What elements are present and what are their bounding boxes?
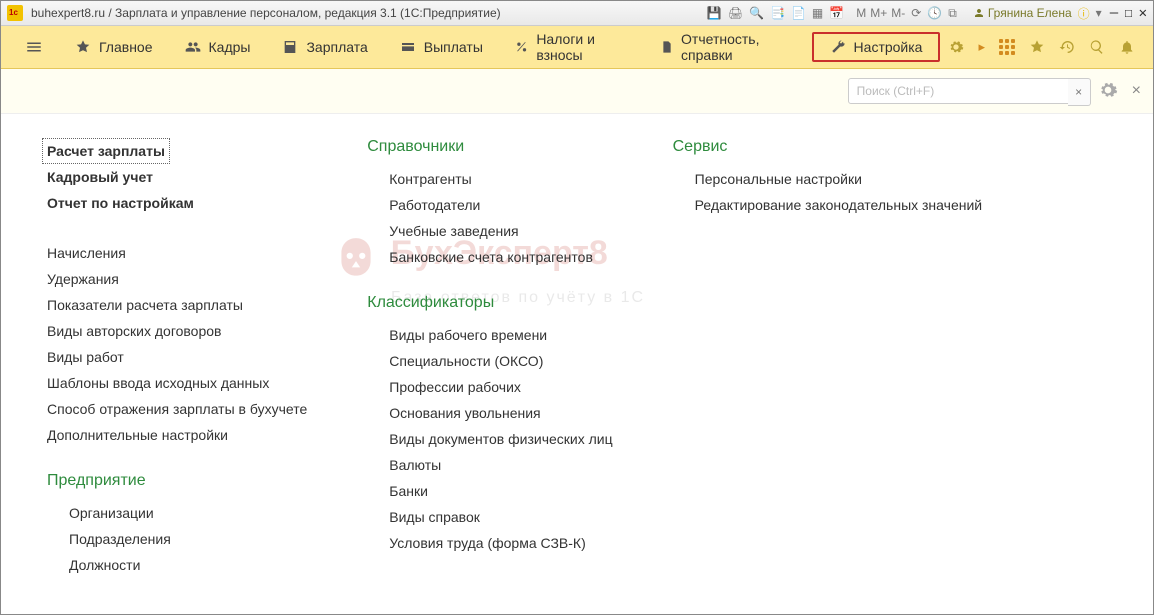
nav-main[interactable]: Главное bbox=[61, 33, 167, 61]
link-salary-reflection[interactable]: Способ отражения зарплаты в бухучете bbox=[47, 396, 307, 422]
link-contractors[interactable]: Контрагенты bbox=[389, 166, 612, 192]
help-icon[interactable]: ⓘ bbox=[1078, 5, 1090, 22]
link-departments[interactable]: Подразделения bbox=[69, 526, 307, 552]
search-icon[interactable] bbox=[1089, 39, 1105, 55]
print-icon[interactable]: 🖨 bbox=[728, 6, 743, 20]
link-currencies[interactable]: Валюты bbox=[389, 452, 612, 478]
title-bar: buhexpert8.ru / Зарплата и управление пе… bbox=[1, 1, 1153, 26]
content-area: БухЭксперт8 База ответов по учёту в 1С Р… bbox=[1, 114, 1153, 614]
section-enterprise[interactable]: Предприятие bbox=[47, 472, 307, 490]
history-icon[interactable] bbox=[1059, 39, 1075, 55]
link-positions[interactable]: Должности bbox=[69, 552, 307, 578]
link-worktime-types[interactable]: Виды рабочего времени bbox=[389, 322, 612, 348]
link-accruals[interactable]: Начисления bbox=[47, 240, 307, 266]
nav-settings[interactable]: Настройка bbox=[812, 32, 941, 62]
column-reference: Справочники Контрагенты Работодатели Уче… bbox=[367, 138, 612, 578]
link-deductions[interactable]: Удержания bbox=[47, 266, 307, 292]
star-icon bbox=[75, 39, 91, 55]
app-logo bbox=[7, 5, 23, 21]
column-settings: Расчет зарплаты Кадровый учет Отчет по н… bbox=[47, 138, 307, 578]
wrench-icon bbox=[830, 39, 846, 55]
section-reference[interactable]: Справочники bbox=[367, 138, 612, 156]
refresh-icon[interactable]: ⟳ bbox=[911, 6, 921, 20]
calc-mplus-icon[interactable]: M+ bbox=[870, 6, 887, 20]
link-cert-types[interactable]: Виды справок bbox=[389, 504, 612, 530]
calendar-icon[interactable]: 📅 bbox=[829, 6, 844, 20]
link-settings-report[interactable]: Отчет по настройкам bbox=[47, 190, 307, 216]
nav-personnel[interactable]: Кадры bbox=[171, 33, 265, 61]
arrow-right-icon[interactable]: ▸ bbox=[978, 39, 985, 55]
apps-grid-icon[interactable] bbox=[999, 39, 1015, 55]
grid-icon[interactable]: ▦ bbox=[812, 6, 823, 20]
link-input-templates[interactable]: Шаблоны ввода исходных данных bbox=[47, 370, 307, 396]
minimize-button[interactable]: — bbox=[1110, 5, 1118, 21]
search-clear-button[interactable]: × bbox=[1068, 78, 1091, 106]
percent-icon bbox=[515, 39, 528, 55]
calc-icon bbox=[282, 39, 298, 55]
maximize-button[interactable]: ☐ bbox=[1124, 5, 1132, 21]
link-additional-settings[interactable]: Дополнительные настройки bbox=[47, 422, 307, 448]
link-salary-indicators[interactable]: Показатели расчета зарплаты bbox=[47, 292, 307, 318]
link-worker-professions[interactable]: Профессии рабочих bbox=[389, 374, 612, 400]
link-edu-institutions[interactable]: Учебные заведения bbox=[389, 218, 612, 244]
search-input[interactable] bbox=[848, 78, 1090, 104]
user-label[interactable]: Грянина Елена bbox=[973, 6, 1072, 20]
doc-icon bbox=[660, 39, 673, 55]
close-window-button[interactable]: ✕ bbox=[1139, 5, 1147, 21]
link-edit-legal-values[interactable]: Редактирование законодательных значений bbox=[695, 192, 982, 218]
link-personal-settings[interactable]: Персональные настройки bbox=[695, 166, 982, 192]
gear-small-icon[interactable] bbox=[948, 39, 964, 55]
menu-button[interactable] bbox=[11, 32, 57, 62]
link-organizations[interactable]: Организации bbox=[69, 500, 307, 526]
preview-icon[interactable]: 🔍 bbox=[749, 6, 764, 20]
column-service: Сервис Персональные настройки Редактиров… bbox=[673, 138, 982, 578]
nav-salary[interactable]: Зарплата bbox=[268, 33, 381, 61]
link-specialties[interactable]: Специальности (ОКСО) bbox=[389, 348, 612, 374]
link-dismissal-grounds[interactable]: Основания увольнения bbox=[389, 400, 612, 426]
window-icon[interactable]: ⧉ bbox=[948, 6, 957, 21]
link-author-contracts[interactable]: Виды авторских договоров bbox=[47, 318, 307, 344]
section-classifiers[interactable]: Классификаторы bbox=[367, 294, 612, 312]
save-icon[interactable]: 💾 bbox=[707, 6, 722, 20]
compare-icon[interactable]: 📑 bbox=[770, 6, 785, 20]
nav-payments[interactable]: Выплаты bbox=[386, 33, 497, 61]
link-salary-calc[interactable]: Расчет зарплаты bbox=[42, 138, 170, 164]
nav-taxes[interactable]: Налоги и взносы bbox=[501, 25, 642, 69]
link-work-types[interactable]: Виды работ bbox=[47, 344, 307, 370]
section-service[interactable]: Сервис bbox=[673, 138, 982, 156]
nav-reports[interactable]: Отчетность, справки bbox=[646, 25, 808, 69]
link-banks[interactable]: Банки bbox=[389, 478, 612, 504]
main-nav: Главное Кадры Зарплата Выплаты Налоги и … bbox=[1, 26, 1153, 69]
link-bank-accounts[interactable]: Банковские счета контрагентов bbox=[389, 244, 612, 270]
dropdown-icon[interactable]: ▾ bbox=[1096, 6, 1102, 20]
settings-gear-button[interactable] bbox=[1098, 80, 1118, 103]
window-title: buhexpert8.ru / Зарплата и управление пе… bbox=[31, 6, 501, 20]
title-toolbar: 💾 🖨 🔍 📑 📄 ▦ 📅 M M+ M- ⟳ 🕓 ⧉ Грянина Елен… bbox=[707, 5, 1102, 22]
wallet-icon bbox=[400, 39, 416, 55]
copy-icon[interactable]: 📄 bbox=[791, 6, 806, 20]
bell-icon[interactable] bbox=[1119, 39, 1135, 55]
people-icon bbox=[185, 39, 201, 55]
calc-m-icon[interactable]: M bbox=[856, 6, 866, 20]
search-box: × bbox=[848, 78, 1090, 104]
link-employers[interactable]: Работодатели bbox=[389, 192, 612, 218]
link-labor-conditions[interactable]: Условия труда (форма СЗВ-К) bbox=[389, 530, 612, 556]
clock-icon[interactable]: 🕓 bbox=[927, 6, 942, 20]
sub-toolbar: × × bbox=[1, 69, 1153, 114]
calc-mminus-icon[interactable]: M- bbox=[891, 6, 905, 20]
link-personnel-acc[interactable]: Кадровый учет bbox=[47, 164, 307, 190]
favorite-star-icon[interactable] bbox=[1029, 39, 1045, 55]
link-person-doc-types[interactable]: Виды документов физических лиц bbox=[389, 426, 612, 452]
panel-close-button[interactable]: × bbox=[1132, 82, 1141, 100]
